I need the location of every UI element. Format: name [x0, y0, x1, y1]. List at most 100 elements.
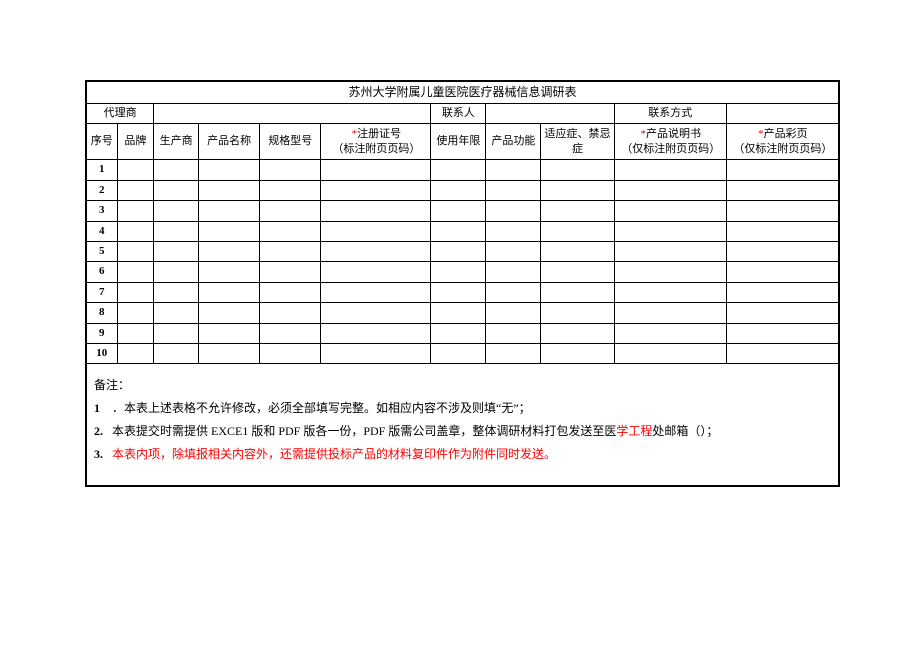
cell [431, 180, 486, 200]
cell [117, 282, 154, 302]
cell [431, 282, 486, 302]
row-num: 4 [87, 221, 118, 241]
row-num: 10 [87, 343, 118, 363]
cell [431, 262, 486, 282]
note-2: 2. 本表提交时需提供 EXCE1 版和 PDF 版各一份，PDF 版需公司盖章… [94, 420, 831, 443]
cell [321, 282, 431, 302]
cell [486, 160, 541, 180]
cell [117, 180, 154, 200]
cell [431, 343, 486, 363]
cell [486, 201, 541, 221]
cell [614, 282, 726, 302]
cell [117, 262, 154, 282]
cell [154, 262, 199, 282]
cell [117, 323, 154, 343]
cell [154, 221, 199, 241]
cell [154, 282, 199, 302]
cell [431, 241, 486, 261]
cell [154, 160, 199, 180]
cell [541, 262, 614, 282]
cell [321, 160, 431, 180]
cell [199, 282, 260, 302]
cell [260, 241, 321, 261]
cell [431, 221, 486, 241]
cell [260, 323, 321, 343]
cell [154, 241, 199, 261]
cell [260, 343, 321, 363]
cell [117, 201, 154, 221]
notes-head: 备注： [94, 374, 831, 397]
col-indication: 适应症、禁忌症 [541, 124, 614, 160]
cell [154, 180, 199, 200]
cell [260, 201, 321, 221]
cell [726, 241, 838, 261]
row-num: 2 [87, 180, 118, 200]
cell [117, 241, 154, 261]
col-manual: *产品说明书 （仅标注附页页码） [614, 124, 726, 160]
col-product: 产品名称 [199, 124, 260, 160]
col-life: 使用年限 [431, 124, 486, 160]
cell [614, 262, 726, 282]
row-num: 9 [87, 323, 118, 343]
cell [726, 343, 838, 363]
cell [199, 160, 260, 180]
cell [486, 303, 541, 323]
row-num: 7 [87, 282, 118, 302]
cell [614, 323, 726, 343]
cell [117, 221, 154, 241]
cell [486, 180, 541, 200]
cell [117, 160, 154, 180]
cell [199, 262, 260, 282]
cell [154, 343, 199, 363]
phone-value [726, 104, 838, 124]
cell [614, 221, 726, 241]
cell [614, 303, 726, 323]
contact-value [486, 104, 614, 124]
cell [260, 303, 321, 323]
cell [199, 201, 260, 221]
phone-label: 联系方式 [614, 104, 726, 124]
cell [486, 262, 541, 282]
cell [486, 323, 541, 343]
form-table: 苏州大学附属儿童医院医疗器械信息调研表 代理商 联系人 联系方式 序号 品牌 生… [86, 81, 839, 486]
agent-label: 代理商 [87, 104, 154, 124]
col-brand: 品牌 [117, 124, 154, 160]
cell [726, 303, 838, 323]
cell [541, 323, 614, 343]
cell [117, 303, 154, 323]
cell [614, 241, 726, 261]
col-func: 产品功能 [486, 124, 541, 160]
cell [154, 201, 199, 221]
row-num: 8 [87, 303, 118, 323]
cell [260, 180, 321, 200]
cell [199, 323, 260, 343]
cell [541, 221, 614, 241]
cell [541, 282, 614, 302]
cell [321, 201, 431, 221]
cell [199, 303, 260, 323]
cell [486, 343, 541, 363]
notes-block: 备注： 1 ．本表上述表格不允许修改，必须全部填写完整。如相应内容不涉及则填“无… [90, 366, 835, 483]
form-title: 苏州大学附属儿童医院医疗器械信息调研表 [87, 82, 839, 104]
cell [614, 180, 726, 200]
cell [321, 180, 431, 200]
cell [726, 262, 838, 282]
cell [431, 201, 486, 221]
agent-value [154, 104, 431, 124]
cell [614, 160, 726, 180]
cell [486, 221, 541, 241]
col-cert: *注册证号 （标注附页页码） [321, 124, 431, 160]
cell [199, 343, 260, 363]
cell [199, 221, 260, 241]
note-3: 3. 本表内项，除填报相关内容外，还需提供投标产品的材料复印件作为附件同时发送。 [94, 443, 831, 466]
cell [260, 282, 321, 302]
cell [321, 323, 431, 343]
cell [431, 323, 486, 343]
cell [726, 323, 838, 343]
contact-label: 联系人 [431, 104, 486, 124]
cell [541, 303, 614, 323]
cell [321, 241, 431, 261]
cell [321, 262, 431, 282]
cell [486, 282, 541, 302]
cell [541, 343, 614, 363]
